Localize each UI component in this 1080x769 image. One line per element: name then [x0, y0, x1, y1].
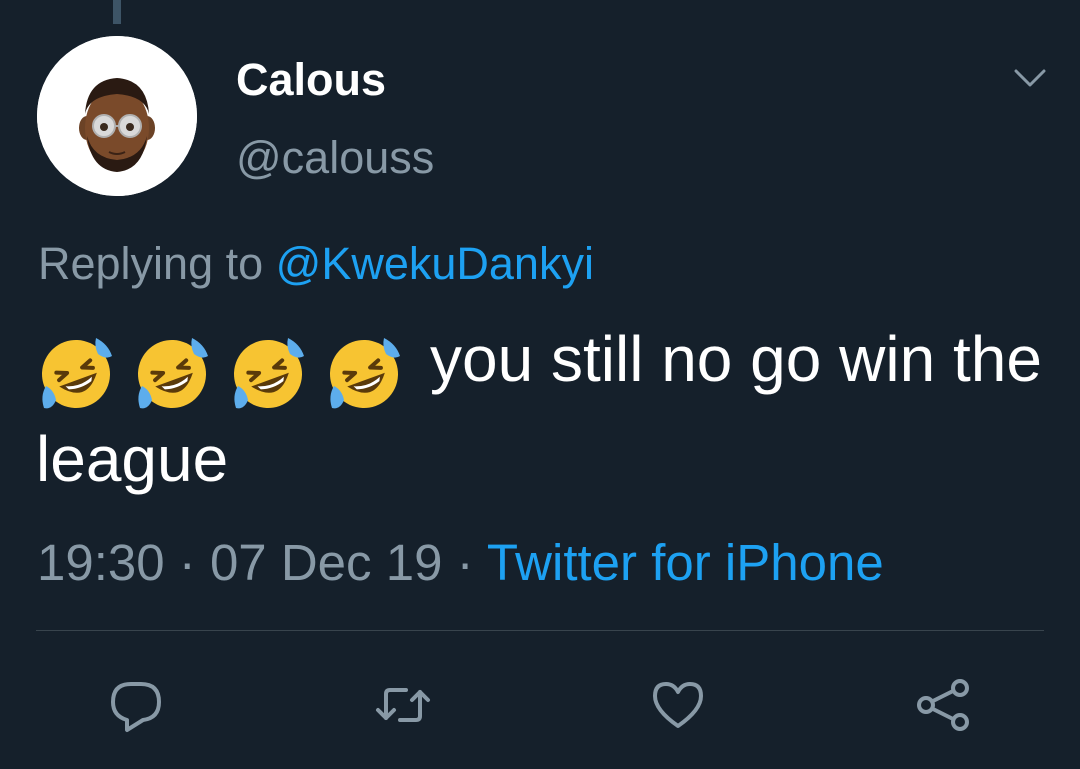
reply-button[interactable]	[105, 674, 167, 736]
divider	[36, 630, 1044, 631]
tweet-metadata: 19:30 · 07 Dec 19 · Twitter for iPhone	[37, 532, 884, 594]
heart-icon	[653, 682, 703, 728]
rolling-on-floor-laughing-emoji-icon	[234, 338, 304, 409]
avatar[interactable]	[37, 36, 197, 196]
like-button[interactable]	[647, 674, 709, 736]
replying-to-mention[interactable]: @KwekuDankyi	[276, 238, 594, 289]
tweet-body: you still no go win the league	[36, 314, 1046, 504]
memoji-avatar-icon	[37, 36, 197, 196]
tweet-timestamp[interactable]: 19:30 · 07 Dec 19 ·	[37, 534, 487, 591]
display-name[interactable]: Calous	[236, 52, 386, 108]
rolling-on-floor-laughing-emoji-icon	[138, 338, 208, 409]
retweet-button[interactable]	[372, 674, 434, 736]
replying-to-prefix: Replying to	[38, 238, 264, 289]
tweet-source-link[interactable]: Twitter for iPhone	[487, 534, 884, 591]
chevron-down-icon[interactable]	[1010, 64, 1050, 92]
rolling-on-floor-laughing-emoji-icon	[330, 338, 400, 409]
reply-icon	[111, 682, 161, 732]
user-handle[interactable]: @calouss	[236, 130, 434, 186]
emoji-group	[36, 324, 420, 414]
share-button[interactable]	[912, 674, 974, 736]
thread-connector-line	[113, 0, 121, 24]
retweet-icon	[376, 688, 430, 722]
rolling-on-floor-laughing-emoji-icon	[42, 338, 112, 409]
replying-to-line: Replying to @KwekuDankyi	[38, 236, 594, 292]
share-icon	[917, 679, 969, 731]
